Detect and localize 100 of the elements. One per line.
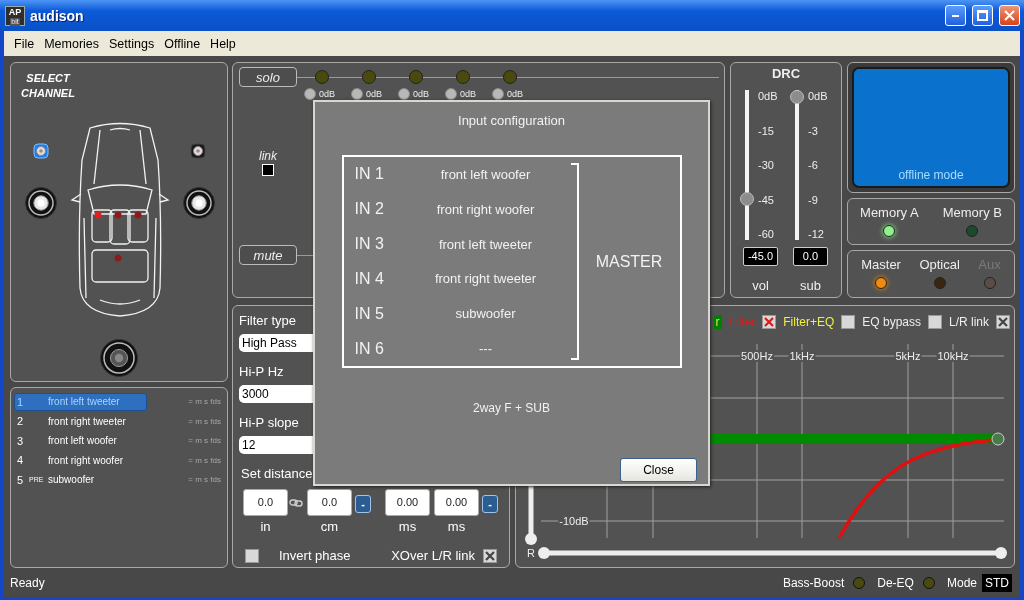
close-button[interactable] bbox=[999, 5, 1020, 26]
checkbox-label: XOver L/R link bbox=[391, 548, 475, 563]
scale-label: -9 bbox=[808, 193, 819, 206]
channel-flags: = m s fds bbox=[188, 416, 222, 426]
source-label[interactable]: Optical bbox=[919, 257, 960, 272]
input-label: IN 1 bbox=[353, 165, 385, 184]
slider-thumb[interactable] bbox=[525, 533, 537, 545]
dialog-title: Input configuration bbox=[458, 113, 565, 129]
input-name: front left tweeter bbox=[437, 236, 534, 252]
range-slider[interactable] bbox=[538, 547, 1007, 559]
scale-label: -12 bbox=[808, 228, 825, 240]
menu-item[interactable]: Help bbox=[205, 36, 241, 51]
logo-text: AP bbox=[8, 6, 22, 18]
checkbox[interactable] bbox=[928, 315, 942, 329]
status-text: Ready bbox=[10, 575, 45, 590]
mute-button[interactable]: mute bbox=[239, 245, 297, 265]
channel-flags: = m s fds bbox=[188, 475, 222, 485]
link-checkbox[interactable] bbox=[262, 164, 274, 176]
input-label: IN 2 bbox=[353, 200, 385, 219]
curve-node[interactable] bbox=[991, 432, 1005, 446]
input-label: IN 5 bbox=[353, 304, 385, 323]
group-label: MASTER bbox=[595, 252, 663, 271]
gain-label: 0dB bbox=[460, 88, 476, 99]
scale-label: -6 bbox=[808, 159, 819, 171]
channel-item[interactable]: 3 front left woofer bbox=[14, 431, 147, 450]
axis-label: 500Hz bbox=[740, 350, 774, 362]
field-label: Set distance bbox=[241, 466, 314, 482]
legend-tag: r bbox=[713, 315, 722, 329]
mode-label: Mode bbox=[946, 575, 977, 590]
field-label: Hi-P Hz bbox=[239, 364, 285, 380]
memory-label[interactable]: Memory A bbox=[860, 205, 919, 220]
solo-button[interactable]: solo bbox=[239, 67, 297, 87]
distance-field[interactable]: 0.00 bbox=[434, 489, 479, 516]
channel-item[interactable]: 2 front right tweeter bbox=[14, 412, 147, 431]
level-readout: 0.0 bbox=[793, 247, 828, 266]
distance-field[interactable]: 0.00 bbox=[385, 489, 430, 516]
scale-label: 0dB bbox=[758, 90, 779, 102]
input-name: front right woofer bbox=[435, 201, 536, 217]
gain-label: 0dB bbox=[366, 88, 382, 99]
checkbox[interactable] bbox=[841, 315, 856, 329]
scale-label: -60 bbox=[758, 228, 775, 240]
speaker-icon[interactable] bbox=[25, 187, 57, 219]
channel-flags: = m s fds bbox=[188, 397, 222, 407]
slider-thumb[interactable] bbox=[790, 90, 804, 104]
input-label: IN 6 bbox=[353, 339, 385, 358]
tweeter-icon[interactable] bbox=[33, 143, 49, 159]
decrement-button[interactable]: - bbox=[482, 495, 498, 513]
slider-thumb[interactable] bbox=[740, 192, 754, 206]
unit-label: ms bbox=[447, 519, 466, 534]
menu-item[interactable]: Offline bbox=[159, 36, 206, 51]
mode-value: STD bbox=[982, 573, 1012, 592]
scale-label: -45 bbox=[758, 193, 775, 206]
checkbox[interactable] bbox=[762, 315, 777, 329]
legend-label: L/R link bbox=[949, 315, 989, 329]
distance-field[interactable]: 0.0 bbox=[243, 489, 288, 516]
checkbox[interactable] bbox=[996, 315, 1010, 329]
level-readout: -45.0 bbox=[743, 247, 778, 266]
scale-label: 0dB bbox=[808, 90, 829, 102]
gain-label: 0dB bbox=[319, 88, 335, 99]
tweeter-icon[interactable] bbox=[190, 143, 206, 159]
link-label: link bbox=[259, 149, 277, 163]
indicator-label: De-EQ bbox=[877, 575, 914, 590]
slider-label: vol bbox=[751, 278, 770, 293]
close-button[interactable]: Close bbox=[620, 458, 697, 482]
input-label: IN 3 bbox=[353, 235, 385, 254]
input-name: subwoofer bbox=[454, 306, 517, 322]
gain-label: 0dB bbox=[413, 88, 429, 99]
window-title: audison bbox=[30, 7, 85, 24]
panel-title: DRC bbox=[770, 66, 802, 82]
checkbox[interactable] bbox=[483, 548, 497, 563]
speaker-icon[interactable] bbox=[100, 339, 138, 377]
menu-item[interactable]: Memories bbox=[39, 36, 105, 51]
channel-flags: = m s fds bbox=[188, 455, 222, 465]
legend-label: Filter+EQ bbox=[783, 315, 835, 329]
unit-label: in bbox=[260, 519, 271, 534]
display-text: offline mode bbox=[898, 168, 964, 182]
decrement-button[interactable]: - bbox=[355, 495, 371, 513]
field-label: Hi-P slope bbox=[239, 415, 300, 431]
legend-label: EQ bypass bbox=[862, 315, 921, 329]
minimize-button[interactable] bbox=[945, 5, 966, 26]
menu-item[interactable]: Settings bbox=[104, 36, 160, 51]
slider-label: sub bbox=[799, 278, 822, 293]
speaker-icon[interactable] bbox=[183, 187, 215, 219]
channel-item[interactable]: 4 front right woofer bbox=[14, 451, 147, 470]
memory-label[interactable]: Memory B bbox=[942, 205, 1002, 220]
menu-item[interactable]: File bbox=[9, 36, 40, 51]
axis-label: -10dB bbox=[558, 515, 590, 527]
checkbox[interactable] bbox=[245, 548, 259, 563]
input-label: IN 4 bbox=[353, 269, 385, 288]
axis-label: 10kHz bbox=[936, 350, 970, 362]
unit-label: cm bbox=[320, 519, 339, 534]
source-label[interactable]: Master bbox=[861, 257, 901, 272]
slider-thumb[interactable] bbox=[538, 547, 550, 559]
maximize-button[interactable] bbox=[972, 5, 993, 26]
legend-label: Filter bbox=[728, 315, 756, 329]
slider-thumb[interactable] bbox=[995, 547, 1007, 559]
input-name: front right tweeter bbox=[433, 271, 538, 287]
distance-field[interactable]: 0.0 bbox=[307, 489, 352, 516]
gain-label: 0dB bbox=[507, 88, 523, 99]
chain-link-icon[interactable] bbox=[289, 498, 303, 508]
